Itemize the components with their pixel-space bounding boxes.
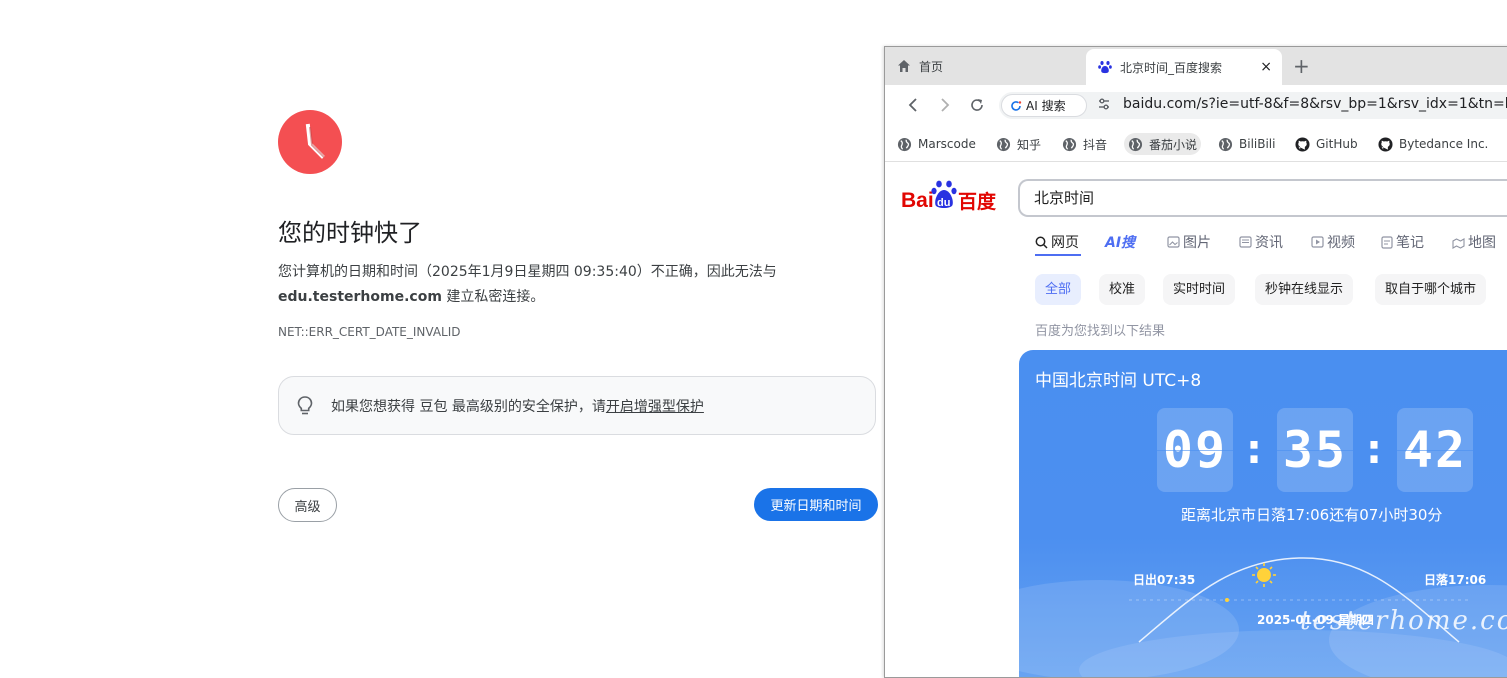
bookmark-fanqie[interactable]: 番茄小说 [1124, 133, 1202, 155]
baidu-tab-label: 笔记 [1396, 235, 1424, 251]
clock-colon: : [1366, 427, 1382, 473]
baidu-tab-label: 视频 [1327, 235, 1355, 251]
tab-baidu-label: 北京时间_百度搜索 [1120, 60, 1223, 75]
forward-icon[interactable] [935, 95, 955, 115]
chip-calibrate[interactable]: 校准 [1099, 274, 1146, 305]
image-icon [1167, 236, 1180, 248]
globe-icon [996, 137, 1011, 152]
baidu-tab-images[interactable]: 图片 [1167, 232, 1211, 252]
baidu-tab-video[interactable]: 视频 [1311, 232, 1355, 252]
search-icon [1035, 236, 1048, 249]
home-icon [897, 59, 911, 73]
bookmark-label: 番茄小说 [1149, 137, 1198, 152]
bookmark-label: GitHub [1316, 137, 1358, 151]
baidu-paw-icon [1098, 60, 1112, 74]
baidu-tab-label: 资讯 [1255, 235, 1283, 251]
notes-icon [1381, 235, 1393, 249]
bookmark-label: 抖音 [1083, 137, 1108, 152]
map-icon [1452, 236, 1465, 249]
baidu-logo-bai: Bai [901, 189, 934, 212]
bookmark-github[interactable]: GitHub [1295, 133, 1358, 155]
tip-text: 如果您想获得 豆包 最高级别的安全保护，请开启增强型保护 [331, 396, 704, 416]
result-hint: 百度为您找到以下结果 [1035, 324, 1166, 339]
bookmark-label: 知乎 [1017, 137, 1042, 152]
sunset-time: 日落17:06 [1424, 573, 1487, 587]
github-icon [1295, 136, 1310, 152]
baidu-tab-label: 地图 [1468, 235, 1496, 251]
card-title: 中国北京时间 UTC+8 [1035, 371, 1202, 391]
new-tab-button[interactable]: + [1293, 54, 1310, 78]
baidu-tab-notes[interactable]: 笔记 [1381, 232, 1424, 252]
chip-realtime[interactable]: 实时时间 [1163, 274, 1236, 305]
browser-toolbar: AI 搜索 baidu.com/s?ie=utf-8&f=8&rsv_bp=1&… [885, 85, 1507, 125]
ai-search-icon [1010, 100, 1022, 112]
baidu-tab-web[interactable]: 网页 [1035, 232, 1079, 252]
bookmarks-bar: Marscode 知乎 抖音 番茄小说 BiliBili GitHub Byte… [885, 125, 1507, 162]
enable-enhanced-protection-link[interactable]: 开启增强型保护 [606, 399, 704, 415]
error-code: NET::ERR_CERT_DATE_INVALID [278, 325, 461, 339]
ai-search-chip[interactable]: AI 搜索 [1001, 94, 1087, 117]
globe-icon [1062, 137, 1077, 152]
close-tab-icon[interactable]: × [1260, 59, 1272, 75]
reload-icon[interactable] [967, 95, 987, 115]
tab-strip: 首页 北京时间_百度搜索 × + [885, 47, 1507, 85]
baidu-tab-label: 网页 [1051, 235, 1079, 251]
baidu-search-input[interactable]: 北京时间 [1018, 179, 1507, 217]
bookmark-bilibili[interactable]: BiliBili [1218, 133, 1275, 155]
bookmark-marscode[interactable]: Marscode [897, 133, 976, 155]
tip-text-main: 如果您想获得 豆包 最高级别的安全保护，请 [331, 398, 606, 415]
update-date-time-button[interactable]: 更新日期和时间 [754, 488, 878, 521]
sun-icon [1252, 563, 1276, 587]
video-icon [1311, 236, 1324, 248]
clock-error-icon [278, 110, 342, 174]
baidu-tab-map[interactable]: 地图 [1452, 232, 1496, 252]
baidu-logo[interactable]: Bai du 百度 [901, 179, 1011, 215]
github-icon [1378, 136, 1393, 152]
clock-colon: : [1246, 427, 1262, 473]
clock-seconds: 42 [1397, 408, 1473, 492]
chip-all[interactable]: 全部 [1035, 274, 1082, 305]
bookmark-label: Bytedance Inc. [1399, 137, 1489, 151]
clock-hours: 09 [1157, 408, 1233, 492]
error-title: 您的时钟快了 [278, 219, 422, 247]
baidu-tab-ai[interactable]: AI搜 [1105, 232, 1135, 252]
globe-icon [1128, 137, 1143, 152]
baidu-tab-news[interactable]: 资讯 [1239, 232, 1283, 252]
globe-icon [897, 137, 912, 152]
browser-window: 首页 北京时间_百度搜索 × + AI 搜索 baidu.com/s?ie=ut… [884, 46, 1507, 678]
clock-minutes: 35 [1277, 408, 1353, 492]
error-description: 您计算机的日期和时间（2025年1月9日星期四 09:35:40）不正确，因此无… [278, 260, 838, 310]
baidu-logo-cn: 百度 [958, 190, 997, 213]
sunset-countdown: 距离北京市日落17:06还有07小时30分 [1181, 506, 1443, 524]
bookmark-douyin[interactable]: 抖音 [1062, 133, 1107, 155]
active-tab-indicator [1035, 254, 1081, 256]
error-domain: edu.testerhome.com [278, 289, 442, 305]
url-text: baidu.com/s?ie=utf-8&f=8&rsv_bp=1&rsv_id… [1123, 96, 1507, 112]
bookmark-label: Marscode [918, 137, 976, 151]
news-icon [1239, 236, 1252, 248]
sunrise-time: 日出07:35 [1133, 573, 1196, 587]
tab-home[interactable]: 首页 [885, 47, 1085, 85]
back-icon[interactable] [903, 95, 923, 115]
bookmark-zhihu[interactable]: 知乎 [996, 133, 1041, 155]
lightbulb-icon [293, 394, 317, 418]
watermark: testerhome.com [1300, 606, 1507, 636]
tab-home-label: 首页 [919, 59, 944, 74]
baidu-tab-label: 图片 [1183, 235, 1211, 251]
bookmark-label: BiliBili [1239, 137, 1276, 151]
bookmark-bytedance[interactable]: Bytedance Inc. [1378, 133, 1488, 155]
chip-seconds-online[interactable]: 秒钟在线显示 [1255, 274, 1354, 305]
ai-search-label: AI 搜索 [1026, 99, 1066, 113]
site-settings-icon[interactable] [1097, 97, 1111, 115]
error-description-tail: 建立私密连接。 [441, 289, 545, 305]
address-bar[interactable]: AI 搜索 baidu.com/s?ie=utf-8&f=8&rsv_bp=1&… [999, 92, 1507, 119]
baidu-tab-label: AI搜 [1105, 235, 1136, 251]
baidu-logo-du: du [937, 197, 950, 209]
globe-icon [1218, 137, 1233, 152]
error-description-line1: 您计算机的日期和时间（2025年1月9日星期四 09:35:40）不正确，因此无… [278, 264, 777, 280]
chip-which-city[interactable]: 取自于哪个城市 [1375, 274, 1487, 305]
tab-baidu-search[interactable]: 北京时间_百度搜索 × [1086, 49, 1282, 85]
enhanced-protection-tip: 如果您想获得 豆包 最高级别的安全保护，请开启增强型保护 [278, 376, 876, 435]
advanced-button[interactable]: 高级 [278, 488, 337, 522]
